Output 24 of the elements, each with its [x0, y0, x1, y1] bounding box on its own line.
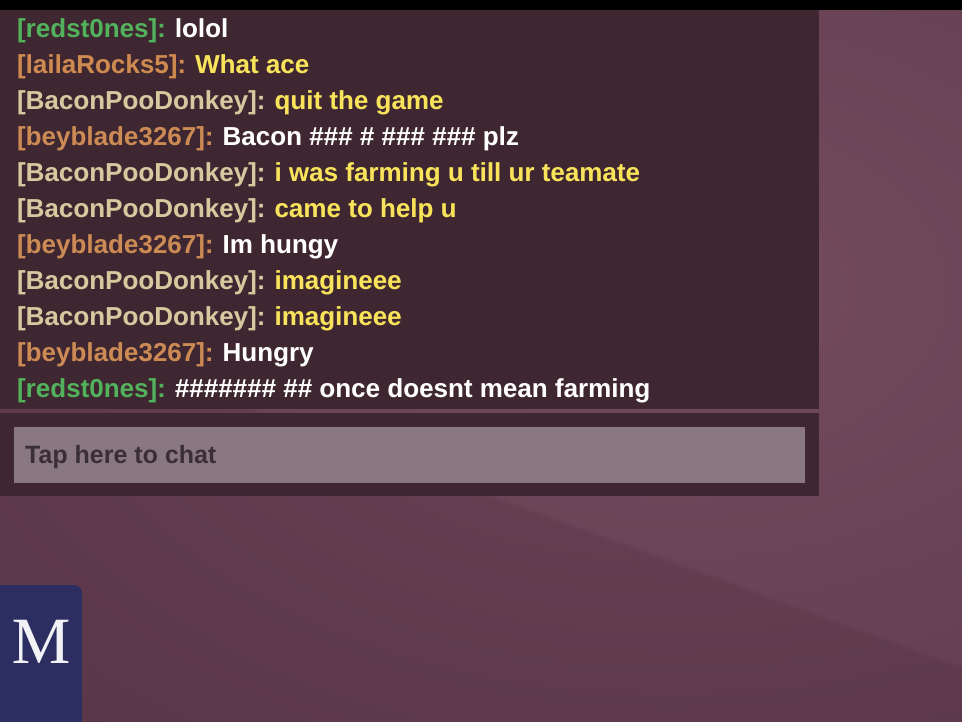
- username: [beyblade3267]:: [17, 336, 214, 368]
- chat-input-field[interactable]: Tap here to chat: [14, 427, 805, 483]
- message-text: ####### ## once doesnt mean farming: [174, 372, 650, 404]
- message-text: Hungry: [222, 336, 314, 368]
- username: [lailaRocks5]:: [17, 48, 186, 80]
- message-text: Im hungy: [222, 228, 338, 260]
- username: [BaconPooDonkey]:: [17, 264, 266, 296]
- letter-tab[interactable]: M: [0, 585, 82, 722]
- message-text: What ace: [195, 48, 310, 80]
- message-text: came to help u: [274, 192, 457, 224]
- username: [BaconPooDonkey]:: [17, 192, 266, 224]
- message-text: imagineee: [274, 264, 402, 296]
- message-text: lolol: [174, 12, 228, 44]
- username: [redst0nes]:: [17, 12, 166, 44]
- username: [BaconPooDonkey]:: [17, 156, 266, 188]
- username: [beyblade3267]:: [17, 120, 214, 152]
- message-text: quit the game: [274, 84, 444, 116]
- message-text: imagineee: [274, 300, 402, 332]
- username: [redst0nes]:: [17, 372, 166, 404]
- username: [beyblade3267]:: [17, 228, 214, 260]
- username: [BaconPooDonkey]:: [17, 300, 266, 332]
- message-text: i was farming u till ur teamate: [274, 156, 640, 188]
- message-text: Bacon ### # ### ### plz: [222, 120, 519, 152]
- username: [BaconPooDonkey]:: [17, 84, 266, 116]
